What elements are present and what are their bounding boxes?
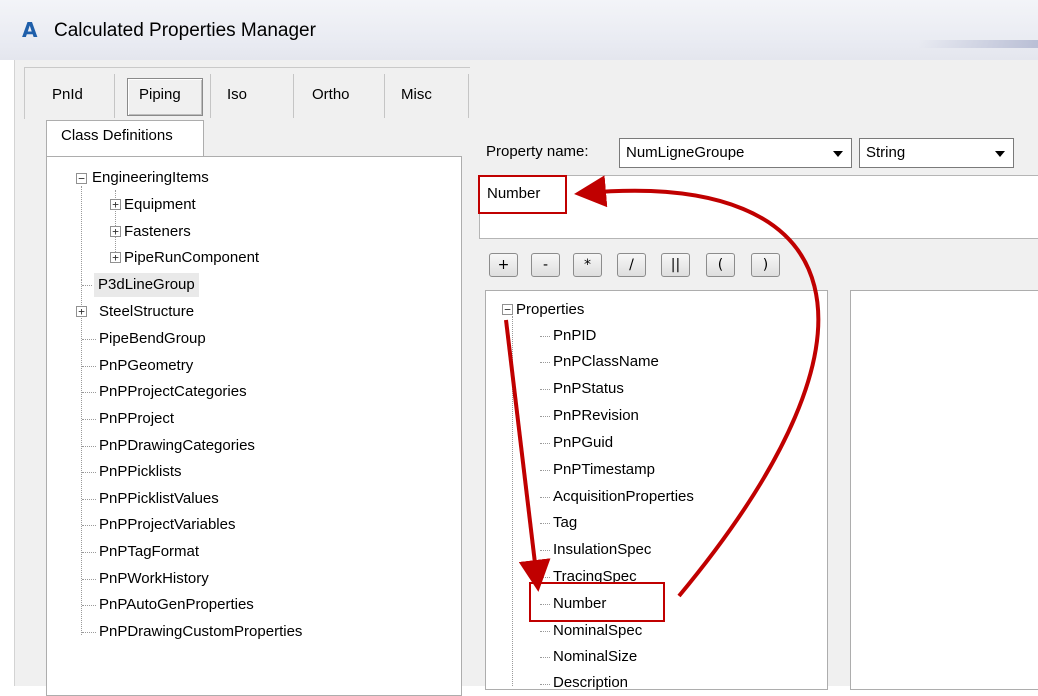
tree-connector [82,579,96,580]
tree-node-pnpdrawingcategories[interactable]: PnPDrawingCategories [99,434,255,458]
annotation-highlight-number [529,582,665,622]
tree-node-nominalsize[interactable]: NominalSize [553,645,637,669]
tree-node-acquisitionproperties[interactable]: AcquisitionProperties [553,485,694,509]
operator-divide-button[interactable]: / [617,253,646,277]
tree-node-insulationspec[interactable]: InsulationSpec [553,538,651,562]
tab-separator [293,74,294,118]
tree-node-pnppicklists[interactable]: PnPPicklists [99,460,182,484]
tree-connector [512,316,513,686]
tree-node-tag[interactable]: Tag [553,511,577,535]
title-bar-edge [918,40,1038,48]
chevron-down-icon[interactable] [995,151,1005,157]
tree-connector [82,605,96,606]
tree-node-pnppicklistvalues[interactable]: PnPPicklistValues [99,487,219,511]
tree-node-pnpgeometry[interactable]: PnPGeometry [99,354,193,378]
tree-connector [82,446,96,447]
tree-connector [540,684,550,685]
tree-node-pnprevision[interactable]: PnPRevision [553,404,639,428]
tree-node-pnpautogenproperties[interactable]: PnPAutoGenProperties [99,593,254,617]
property-preview-panel [850,290,1038,690]
operator-open-paren-button[interactable]: ( [706,253,735,277]
tree-connector [540,657,550,658]
tree-node-description[interactable]: Description [553,671,628,695]
tree-connector [540,416,550,417]
tree-node-p3dlinegroup[interactable]: P3dLineGroup [94,273,199,297]
window-title: Calculated Properties Manager [54,20,316,41]
expand-icon[interactable]: + [110,252,121,263]
tree-connector [540,443,550,444]
tree-connector [81,186,82,280]
tree-node-pnpproject[interactable]: PnPProject [99,407,174,431]
property-name-value: NumLigneGroupe [626,144,745,161]
tree-connector [82,499,96,500]
tree-node-pnpguid[interactable]: PnPGuid [553,431,613,455]
tree-connector [82,472,96,473]
tree-connector [82,392,96,393]
tab-separator [114,74,115,118]
collapse-icon[interactable]: − [76,173,87,184]
tree-connector [82,419,96,420]
operator-multiply-button[interactable]: * [573,253,602,277]
tab-separator [384,74,385,118]
tab-pnid[interactable]: PnId [52,86,83,103]
tree-node-nominalspec[interactable]: NominalSpec [553,619,642,643]
tree-connector [82,632,96,633]
annotation-highlight-expression [478,175,567,214]
chevron-down-icon[interactable] [833,151,843,157]
tree-connector [81,280,82,635]
tree-node-properties[interactable]: Properties [516,298,584,322]
tree-connector [82,366,96,367]
tree-node-engineeringitems[interactable]: EngineeringItems [92,166,209,190]
operator-concat-button[interactable]: || [661,253,690,277]
app-logo-icon: A [22,18,38,42]
tree-connector [540,577,550,578]
tab-separator [210,74,211,118]
property-name-combo[interactable]: NumLigneGroupe [619,138,852,168]
tree-connector [540,389,550,390]
property-type-value: String [866,144,906,161]
tree-connector [540,631,550,632]
tree-node-pnptagformat[interactable]: PnPTagFormat [99,540,199,564]
operator-plus-button[interactable]: + [489,253,518,277]
tab-class-definitions[interactable]: Class Definitions [46,120,204,157]
tab-ortho[interactable]: Ortho [312,86,350,103]
operator-close-paren-button[interactable]: ) [751,253,780,277]
tab-misc[interactable]: Misc [401,86,432,103]
expand-icon[interactable]: + [110,199,121,210]
title-bar: A Calculated Properties Manager [0,0,1038,60]
tree-connector [540,523,550,524]
expand-icon[interactable]: + [110,226,121,237]
collapse-icon[interactable]: − [502,304,513,315]
tree-node-pnpid[interactable]: PnPID [553,324,596,348]
tree-connector [82,339,96,340]
tab-separator [468,74,469,118]
tree-node-steelstructure[interactable]: SteelStructure [99,300,194,324]
tree-connector [540,362,550,363]
tab-piping[interactable]: Piping [139,86,181,103]
tree-connector [540,470,550,471]
tree-connector [540,497,550,498]
tree-connector [82,285,92,286]
tree-node-pnptimestamp[interactable]: PnPTimestamp [553,458,655,482]
property-type-combo[interactable]: String [859,138,1014,168]
tree-node-pnpworkhistory[interactable]: PnPWorkHistory [99,567,209,591]
tree-node-pnpprojectcategories[interactable]: PnPProjectCategories [99,380,247,404]
tree-node-pnpstatus[interactable]: PnPStatus [553,377,624,401]
operator-minus-button[interactable]: - [531,253,560,277]
tree-node-pnpclassname[interactable]: PnPClassName [553,350,659,374]
tree-node-equipment[interactable]: Equipment [124,193,196,217]
tree-connector [82,525,96,526]
tree-node-fasteners[interactable]: Fasteners [124,220,191,244]
tab-iso[interactable]: Iso [227,86,247,103]
tree-connector [540,550,550,551]
tree-node-pnpprojectvariables[interactable]: PnPProjectVariables [99,513,235,537]
tree-connector [540,336,550,337]
property-name-label: Property name: [486,143,589,160]
tree-node-pnpdrawingcustomproperties[interactable]: PnPDrawingCustomProperties [99,620,302,644]
expand-icon[interactable]: + [76,306,87,317]
tree-node-piperuncomponent[interactable]: PipeRunComponent [124,246,259,270]
tree-connector [82,552,96,553]
tree-node-pipebendgroup[interactable]: PipeBendGroup [99,327,206,351]
